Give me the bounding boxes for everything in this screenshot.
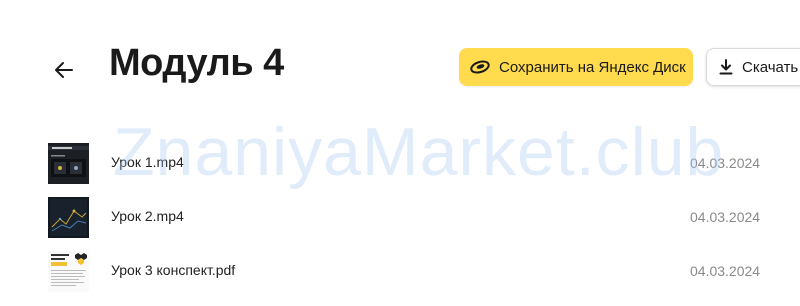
save-button-label: Сохранить на Яндекс Диск: [499, 58, 686, 76]
yandex-disk-icon: [470, 60, 490, 74]
file-date: 04.03.2024: [690, 155, 761, 171]
file-row[interactable]: Урок 2.mp4 04.03.2024: [0, 192, 800, 246]
file-row[interactable]: Урок 1.mp4 04.03.2024: [0, 138, 800, 192]
page: Модуль 4 Сохранить на Яндекс Диск Скачат…: [0, 0, 800, 306]
video-thumbnail: [48, 197, 89, 238]
file-row[interactable]: Урок 3 конспект.pdf 04.03.2024: [0, 246, 800, 300]
file-name: Урок 1.mp4: [111, 154, 184, 170]
download-button-label: Скачать в: [742, 58, 800, 76]
file-date: 04.03.2024: [690, 209, 761, 225]
back-button[interactable]: [46, 52, 82, 88]
file-list: Урок 1.mp4 04.03.2024 Урок 2.mp4 04.03.2…: [0, 138, 800, 300]
file-name: Урок 3 конспект.pdf: [111, 262, 236, 278]
page-title: Модуль 4: [109, 42, 284, 84]
video-thumbnail: [48, 143, 89, 184]
file-date: 04.03.2024: [690, 263, 761, 279]
arrow-left-icon: [55, 62, 73, 78]
download-button[interactable]: Скачать в: [706, 48, 800, 86]
pdf-thumbnail: [48, 251, 89, 292]
download-icon: [719, 59, 733, 75]
save-to-disk-button[interactable]: Сохранить на Яндекс Диск: [459, 48, 693, 86]
file-name: Урок 2.mp4: [111, 208, 184, 224]
